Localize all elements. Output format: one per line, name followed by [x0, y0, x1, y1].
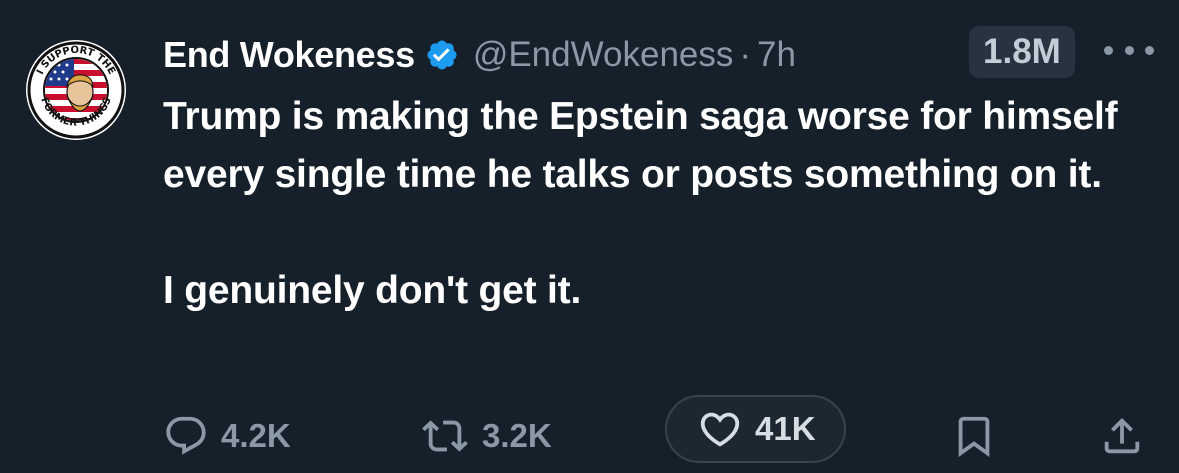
- like-button[interactable]: 41K: [665, 395, 846, 463]
- author-display-name[interactable]: End Wokeness: [163, 34, 415, 76]
- separator-dot: ·: [739, 35, 752, 74]
- avatar-logo: I SUPPORT THE FORMER THINGS: [27, 41, 125, 139]
- tweet-text: Trump is making the Epstein saga worse f…: [163, 88, 1153, 320]
- reply-count: 4.2K: [221, 417, 291, 454]
- like-icon: [700, 412, 740, 447]
- repost-icon: [422, 420, 468, 452]
- share-button[interactable]: [1099, 404, 1145, 468]
- like-count: 41K: [755, 410, 816, 447]
- reply-button[interactable]: 4.2K: [163, 404, 291, 468]
- bookmark-icon: [958, 416, 990, 457]
- bookmark-button[interactable]: [951, 404, 997, 468]
- more-icon[interactable]: [1104, 38, 1154, 62]
- post-time[interactable]: 7h: [757, 35, 796, 75]
- reply-icon: [166, 416, 206, 455]
- tweet-paragraph-1: Trump is making the Epstein saga worse f…: [163, 95, 1118, 196]
- verified-badge-icon[interactable]: [425, 38, 459, 72]
- share-icon: [1104, 417, 1140, 454]
- views-count-badge[interactable]: 1.8M: [969, 26, 1075, 78]
- tweet-paragraph-2: I genuinely don't get it.: [163, 269, 582, 312]
- repost-count: 3.2K: [482, 417, 552, 454]
- author-handle[interactable]: @EndWokeness: [473, 35, 734, 75]
- tweet-header: End Wokeness @EndWokeness · 7h: [163, 30, 796, 80]
- avatar[interactable]: I SUPPORT THE FORMER THINGS: [26, 40, 126, 140]
- repost-button[interactable]: 3.2K: [420, 404, 552, 468]
